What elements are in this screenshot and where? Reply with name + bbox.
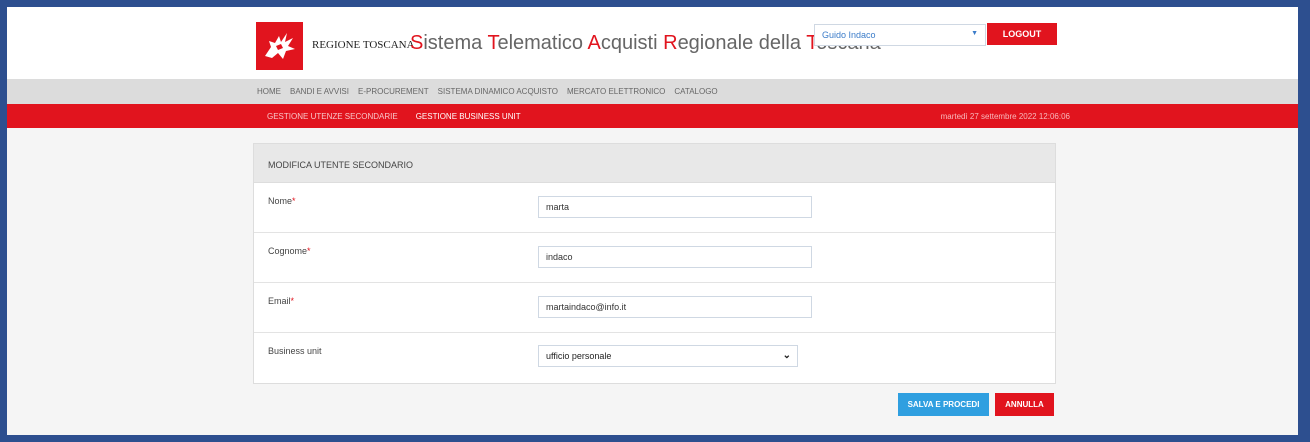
- title-cap: A: [587, 32, 601, 54]
- nav-item-sistema-dinamico-acquisto[interactable]: SISTEMA DINAMICO ACQUISTO: [438, 87, 558, 96]
- current-datetime: martedì 27 settembre 2022 12:06:06: [940, 112, 1070, 121]
- user-select[interactable]: Guido Indaco ▼: [814, 24, 986, 46]
- system-title: Sistema Telematico Acquisti Regionale de…: [410, 32, 881, 55]
- email-label: Email*: [268, 296, 295, 306]
- sub-nav: GESTIONE UTENZE SECONDARIE GESTIONE BUSI…: [7, 104, 1298, 128]
- title-cap: S: [410, 32, 424, 54]
- title-rest: istema: [423, 32, 488, 54]
- pegasus-logo-icon: [256, 22, 303, 70]
- form-row-email: Email*: [254, 283, 1055, 333]
- nav-item-e-procurement[interactable]: E-PROCUREMENT: [358, 87, 429, 96]
- edit-user-panel: MODIFICA UTENTE SECONDARIO Nome* Cognome…: [253, 143, 1056, 384]
- title-rest: elematico: [497, 32, 588, 54]
- system-title-part: Regionale della: [663, 32, 806, 54]
- cognome-label: Cognome*: [268, 246, 311, 256]
- business-unit-select[interactable]: ufficio personale ⌄: [538, 345, 798, 367]
- required-mark: *: [307, 246, 311, 256]
- nav-item-bandi-e-avvisi[interactable]: BANDI E AVVISI: [290, 87, 349, 96]
- main-nav: HOME BANDI E AVVISI E-PROCUREMENT SISTEM…: [7, 79, 1298, 104]
- region-name: REGIONE TOSCANA: [312, 39, 415, 51]
- panel-title: MODIFICA UTENTE SECONDARIO: [254, 144, 1055, 183]
- required-mark: *: [292, 196, 296, 206]
- system-title-part: Acquisti: [588, 32, 664, 54]
- business-unit-value: ufficio personale: [546, 351, 612, 361]
- header: REGIONE TOSCANA Sistema Telematico Acqui…: [7, 7, 1298, 79]
- title-cap: R: [663, 32, 678, 54]
- email-input[interactable]: [538, 296, 812, 318]
- caret-down-icon: ▼: [971, 30, 978, 37]
- cognome-input[interactable]: [538, 246, 812, 268]
- cancel-button[interactable]: ANNULLA: [995, 393, 1054, 416]
- form-row-business-unit: Business unit ufficio personale ⌄: [254, 333, 1055, 383]
- nav-item-home[interactable]: HOME: [257, 87, 281, 96]
- required-mark: *: [290, 296, 295, 306]
- app-frame: REGIONE TOSCANA Sistema Telematico Acqui…: [7, 7, 1298, 435]
- title-cap: T: [487, 32, 498, 54]
- system-title-part: Sistema: [410, 32, 487, 54]
- save-and-proceed-button[interactable]: SALVA E PROCEDI: [898, 393, 989, 416]
- form-row-cognome: Cognome*: [254, 233, 1055, 283]
- nav-item-catalogo[interactable]: CATALOGO: [674, 87, 717, 96]
- system-title-part: Telematico: [487, 32, 587, 54]
- nome-label: Nome*: [268, 196, 296, 206]
- title-rest: cquisti: [600, 32, 664, 54]
- nome-input[interactable]: [538, 196, 812, 218]
- subnav-item-gestione-utenze-secondarie[interactable]: GESTIONE UTENZE SECONDARIE: [267, 112, 398, 121]
- business-unit-label: Business unit: [268, 346, 322, 356]
- user-name: Guido Indaco: [822, 30, 876, 40]
- subnav-item-gestione-business-unit[interactable]: GESTIONE BUSINESS UNIT: [416, 112, 521, 121]
- nav-item-mercato-elettronico[interactable]: MERCATO ELETTRONICO: [567, 87, 665, 96]
- logout-button[interactable]: LOGOUT: [987, 23, 1057, 45]
- form-row-nome: Nome*: [254, 183, 1055, 233]
- chevron-down-icon: ⌄: [782, 350, 791, 361]
- title-rest: egionale della: [677, 32, 807, 54]
